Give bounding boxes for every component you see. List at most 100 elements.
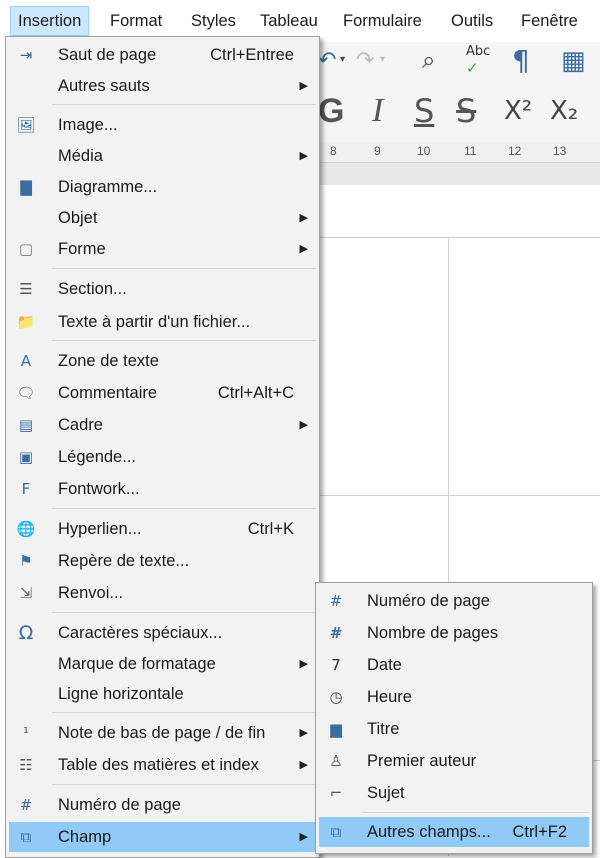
ruler-tick: 9 [374, 144, 381, 158]
submenu-item-sujet[interactable]: ⌐ Sujet [319, 778, 589, 808]
menu-item-zone-de-texte[interactable]: A Zone de texte [9, 346, 316, 376]
separator [52, 340, 316, 341]
bold-icon[interactable]: G [318, 92, 344, 131]
menu-item-fontwork[interactable]: F Fontwork... [9, 474, 316, 504]
submenu-arrow-icon: ▶ [299, 657, 308, 670]
clock-icon: ◷ [329, 688, 343, 706]
menu-item-diagramme[interactable]: ▇ Diagramme... [9, 172, 316, 202]
page-number-icon: # [329, 592, 343, 610]
superscript-icon[interactable]: X² [504, 96, 532, 126]
menu-item-cadre[interactable]: ▤ Cadre ▶ [9, 410, 316, 440]
ruler-tick: 11 [464, 144, 477, 158]
subject-icon: ⌐ [329, 784, 343, 802]
menu-item-forme[interactable]: ▢ Forme ▶ [9, 234, 316, 264]
frame-icon: ▤ [18, 416, 34, 434]
subscript-icon[interactable]: X₂ [550, 96, 578, 126]
calendar-icon: 7 [331, 656, 341, 674]
ruler-tick: 10 [417, 144, 431, 158]
separator [52, 104, 316, 105]
caption-icon: ▣ [18, 448, 34, 466]
page-break-icon: ⇥ [19, 46, 33, 64]
menu-item-caracteres-speciaux[interactable]: Ω Caractères spéciaux... [9, 618, 316, 648]
ruler-tick: 8 [330, 144, 337, 158]
submenu-item-titre[interactable]: ▆ Titre [319, 714, 589, 744]
menu-formulaire[interactable]: Formulaire [336, 7, 429, 35]
menu-item-ligne-horizontale[interactable]: Ligne horizontale [9, 679, 316, 709]
submenu-arrow-icon: ▶ [299, 149, 308, 162]
submenu-arrow-icon: ▶ [299, 726, 308, 739]
menu-item-renvoi[interactable]: ⇲ Renvoi... [9, 578, 316, 608]
menu-styles[interactable]: Styles [184, 7, 243, 35]
menu-insertion[interactable]: Insertion [10, 6, 90, 36]
separator [52, 508, 316, 509]
ruler-tick: 12 [508, 144, 522, 158]
menu-item-texte-fichier[interactable]: 📁 Texte à partir d'un fichier... [9, 307, 316, 337]
more-fields-icon: ⧉ [330, 823, 342, 841]
strikethrough-icon[interactable]: S [456, 92, 476, 130]
menu-format[interactable]: Format [103, 7, 169, 35]
table-gridline [318, 495, 600, 496]
document-title-icon: ▆ [330, 720, 342, 738]
footnote-icon: ¹ [22, 724, 29, 742]
table-icon[interactable]: ▦ [561, 46, 586, 76]
table-gridline [318, 237, 600, 238]
champ-submenu: # Numéro de page # Nombre de pages 7 Dat… [315, 582, 593, 854]
spellcheck-icon[interactable]: Abc ✓ [466, 44, 490, 77]
menu-item-table-matieres[interactable]: ☷ Table des matières et index ▶ [9, 750, 316, 780]
underline-icon[interactable]: S [414, 92, 434, 130]
submenu-item-premier-auteur[interactable]: ♙ Premier auteur [319, 746, 589, 776]
field-icon: ⧉ [20, 828, 32, 846]
menu-item-champ[interactable]: ⧉ Champ ▶ [9, 822, 316, 852]
menu-item-image[interactable]: 🖼 Image... [9, 110, 316, 140]
toolbar: ↶ ▾ ↷ ▾ ⌕ Abc ✓ ¶ ▦ G I S S X² X₂ [318, 42, 600, 142]
italic-icon[interactable]: I [372, 92, 383, 130]
omega-icon: Ω [18, 622, 34, 644]
menu-item-legende[interactable]: ▣ Légende... [9, 442, 316, 472]
submenu-item-date[interactable]: 7 Date [319, 650, 589, 680]
undo-icon[interactable]: ↶ [318, 48, 336, 73]
submenu-item-autres-champs[interactable]: ⧉ Autres champs... Ctrl+F2 [319, 817, 589, 847]
menu-item-note-bas-page[interactable]: ¹ Note de bas de page / de fin ▶ [9, 718, 316, 748]
hyperlink-icon: 🌐 [16, 520, 36, 538]
formatting-marks-icon[interactable]: ¶ [512, 44, 530, 77]
toc-icon: ☷ [19, 756, 33, 774]
separator [52, 268, 316, 269]
menu-item-repere-texte[interactable]: ⚑ Repère de texte... [9, 546, 316, 576]
separator [362, 812, 589, 813]
redo-icon[interactable]: ↷ [356, 48, 374, 73]
comment-icon: 🗨 [16, 384, 36, 402]
insertion-menu: ⇥ Saut de page Ctrl+Entree Autres sauts … [5, 36, 320, 858]
menu-item-marque-formatage[interactable]: Marque de formatage ▶ [9, 649, 316, 679]
shape-icon: ▢ [18, 240, 34, 258]
submenu-arrow-icon: ▶ [299, 242, 308, 255]
ruler: 8 9 10 11 12 13 [318, 142, 600, 163]
menu-item-autres-sauts[interactable]: Autres sauts ▶ [9, 71, 316, 101]
redo-dropdown-icon[interactable]: ▾ [380, 54, 385, 65]
menu-item-media[interactable]: Média ▶ [9, 141, 316, 171]
menu-item-section[interactable]: ☰ Section... [9, 274, 316, 304]
cross-reference-icon: ⇲ [19, 584, 33, 602]
bookmark-icon: ⚑ [19, 552, 33, 570]
separator [52, 612, 316, 613]
submenu-arrow-icon: ▶ [299, 830, 308, 843]
menu-item-hyperlien[interactable]: 🌐 Hyperlien... Ctrl+K [9, 514, 316, 544]
separator [52, 784, 316, 785]
find-replace-icon[interactable]: ⌕ [422, 46, 435, 74]
menu-item-numero-page[interactable]: # Numéro de page [9, 790, 316, 820]
menu-fenetre[interactable]: Fenêtre [514, 7, 585, 35]
menu-tableau[interactable]: Tableau [253, 7, 325, 35]
submenu-item-heure[interactable]: ◷ Heure [319, 682, 589, 712]
ruler-tick: 13 [553, 144, 567, 158]
undo-dropdown-icon[interactable]: ▾ [340, 54, 345, 65]
menu-item-commentaire[interactable]: 🗨 Commentaire Ctrl+Alt+C [9, 378, 316, 408]
fontwork-icon: F [21, 480, 31, 498]
submenu-item-nombre-pages[interactable]: # Nombre de pages [319, 618, 589, 648]
submenu-arrow-icon: ▶ [299, 211, 308, 224]
menu-item-saut-de-page[interactable]: ⇥ Saut de page Ctrl+Entree [9, 40, 316, 70]
menu-item-objet[interactable]: Objet ▶ [9, 203, 316, 233]
menu-outils[interactable]: Outils [444, 7, 500, 35]
chart-icon: ▇ [20, 178, 32, 196]
submenu-item-numero-page[interactable]: # Numéro de page [319, 586, 589, 616]
image-icon: 🖼 [16, 116, 36, 134]
hash-icon: # [19, 796, 33, 814]
